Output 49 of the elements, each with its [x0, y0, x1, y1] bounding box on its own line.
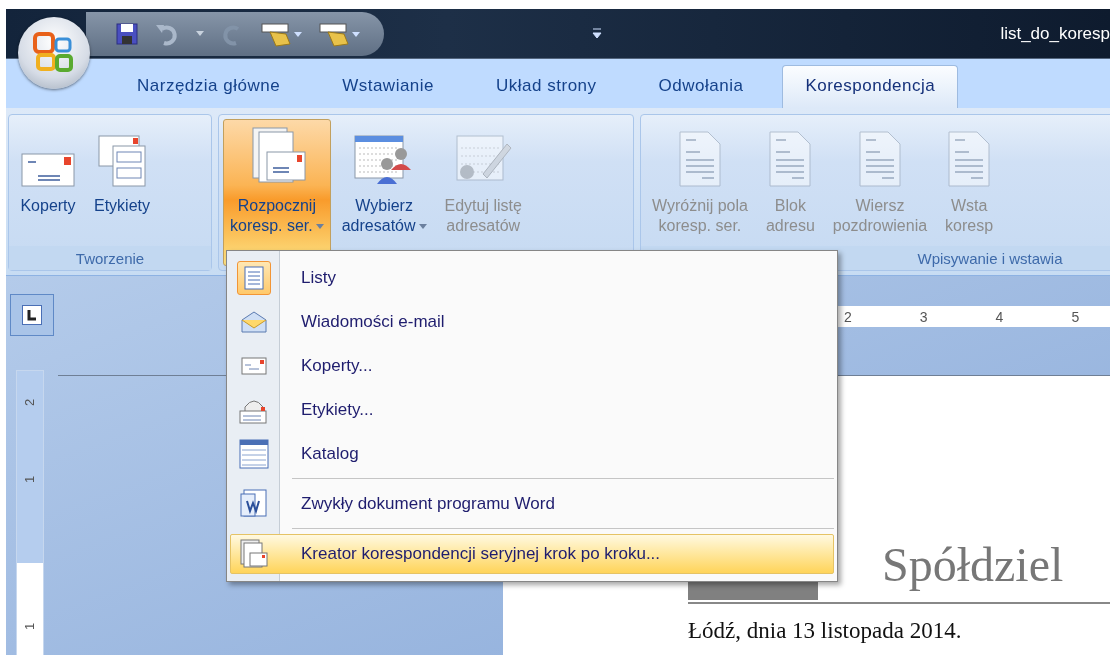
document-icon [677, 130, 722, 188]
ruler-number: 2 [844, 308, 852, 325]
ribbon-tab[interactable]: Narzędzia główne [114, 65, 304, 108]
left-tab-icon [22, 305, 42, 325]
group-label: Tworzenie [9, 246, 211, 270]
menu-item-label: Wiadomości e-mail [301, 312, 445, 332]
ribbon-tab[interactable]: Odwołania [635, 65, 767, 108]
document-icon [857, 130, 902, 188]
envelope-icon [241, 357, 267, 375]
menu-item[interactable]: Zwykły dokument programu Word [230, 482, 834, 526]
office-logo-icon [32, 31, 76, 75]
ribbon-tab[interactable]: Wstawianie [319, 65, 458, 108]
ribbon-button[interactable]: Etykiety [87, 119, 157, 242]
menu-item[interactable]: Katalog [230, 432, 834, 476]
menu-item-label: Koperty... [301, 356, 373, 376]
menu-item-label: Zwykły dokument programu Word [301, 494, 555, 514]
menu-item-label: Listy [301, 268, 336, 288]
menu-item-label: Kreator korespondencji seryjnej krok po kroku... [301, 544, 661, 564]
menu-item-label: Etykiety... [301, 400, 374, 420]
menu-item[interactable]: Wiadomości e-mail [230, 300, 834, 344]
keyboard-hand-icon[interactable] [260, 20, 304, 47]
menu-item[interactable]: Koperty... [230, 344, 834, 388]
ribbon-button[interactable]: Koperty [13, 119, 83, 242]
menu-item[interactable]: Etykiety... [230, 388, 834, 432]
ruler-number: 2 [22, 398, 38, 407]
menu-item-label: Katalog [301, 444, 359, 464]
ribbon-tab[interactable]: Układ strony [473, 65, 620, 108]
ruler-number: 4 [995, 308, 1004, 325]
ruler-number: 5 [1071, 308, 1080, 325]
labels-icon [97, 134, 147, 188]
ribbon-tab[interactable]: Korespondencja [782, 65, 959, 108]
ruler-number: 3 [919, 308, 928, 325]
envelope-icon [241, 311, 267, 333]
menu-item[interactable]: Kreator korespondencji seryjnej krok po kroku... [230, 534, 834, 574]
word-document-icon [240, 489, 268, 519]
window-title: list_do_koresp [1000, 23, 1110, 44]
document-heading: Spółdziel [882, 537, 1064, 593]
ruler-number: 1 [22, 622, 38, 631]
date-line: Łódź, dnia 13 listopada 2014. [688, 618, 963, 644]
stacked-documents-icon [240, 539, 268, 569]
document-icon [768, 130, 813, 188]
tab-selector-button[interactable] [10, 294, 54, 336]
save-icon[interactable] [114, 20, 140, 47]
list-icon [239, 439, 269, 469]
keyboard-hand-icon[interactable] [318, 20, 362, 47]
ruler-number: 1 [22, 475, 38, 484]
document-icon [244, 266, 264, 290]
document-icon [947, 130, 992, 188]
ribbon-button[interactable]: Rozpocznij koresp. ser. [223, 119, 331, 266]
